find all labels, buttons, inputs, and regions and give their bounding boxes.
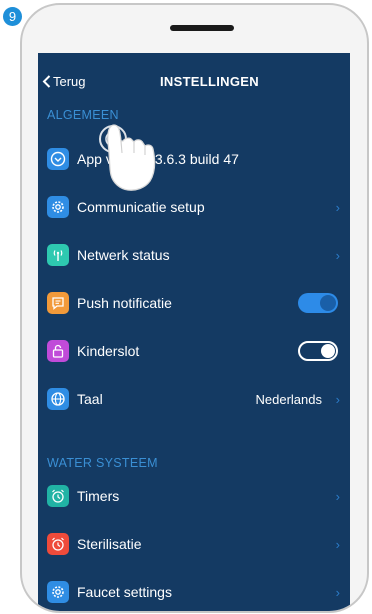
globe-icon [47, 388, 69, 410]
setting-label: Faucet settings [77, 584, 172, 600]
chevron-right-icon: › [335, 488, 340, 504]
antenna-icon [47, 244, 69, 266]
toggle-knob [320, 295, 336, 311]
chevron-right-icon: › [335, 199, 340, 215]
gear-icon [47, 581, 69, 603]
chevron-left-icon [42, 75, 51, 88]
setting-push-notificatie[interactable]: Push notificatie [38, 285, 350, 321]
setting-label: Netwerk status [77, 247, 170, 263]
phone-speaker [170, 25, 234, 31]
setting-label: Timers [77, 488, 120, 504]
setting-label: Sterilisatie [77, 536, 142, 552]
alarm-clock-icon [47, 485, 69, 507]
setting-kinderslot[interactable]: Kinderslot [38, 333, 350, 369]
kinderslot-toggle[interactable] [298, 341, 338, 361]
toggle-knob [321, 344, 335, 358]
app-screen: Terug INSTELLINGEN ALGEMEEN App version … [38, 53, 350, 611]
chevron-right-icon: › [335, 536, 340, 552]
page-title: INSTELLINGEN [160, 74, 259, 89]
chevron-right-icon: › [335, 391, 340, 407]
push-toggle[interactable] [298, 293, 338, 313]
section-label-water: WATER SYSTEEM [47, 456, 158, 470]
nav-header: Terug INSTELLINGEN [38, 53, 350, 97]
chevron-right-icon: › [335, 247, 340, 263]
setting-label: Push notificatie [77, 295, 172, 311]
back-label: Terug [53, 74, 86, 89]
setting-value: Nederlands [255, 391, 323, 407]
setting-faucet-settings[interactable]: Faucet settings › [38, 574, 350, 610]
step-badge: 9 [3, 7, 22, 26]
lock-icon [47, 340, 69, 362]
setting-label: Kinderslot [77, 343, 140, 359]
setting-netwerk-status[interactable]: Netwerk status › [38, 237, 350, 273]
alarm-clock-icon [47, 533, 69, 555]
setting-label: Taal [77, 391, 103, 407]
setting-sterilisatie[interactable]: Sterilisatie › [38, 526, 350, 562]
gear-icon [47, 196, 69, 218]
setting-timers[interactable]: Timers › [38, 478, 350, 514]
chevron-circle-icon [47, 148, 69, 170]
tap-hand-icon [99, 124, 156, 191]
phone-frame: Terug INSTELLINGEN ALGEMEEN App version … [20, 3, 369, 613]
setting-taal[interactable]: Taal Nederlands › [38, 381, 350, 417]
chevron-right-icon: › [335, 584, 340, 600]
back-button[interactable]: Terug [42, 74, 86, 89]
chat-bubble-icon [47, 292, 69, 314]
